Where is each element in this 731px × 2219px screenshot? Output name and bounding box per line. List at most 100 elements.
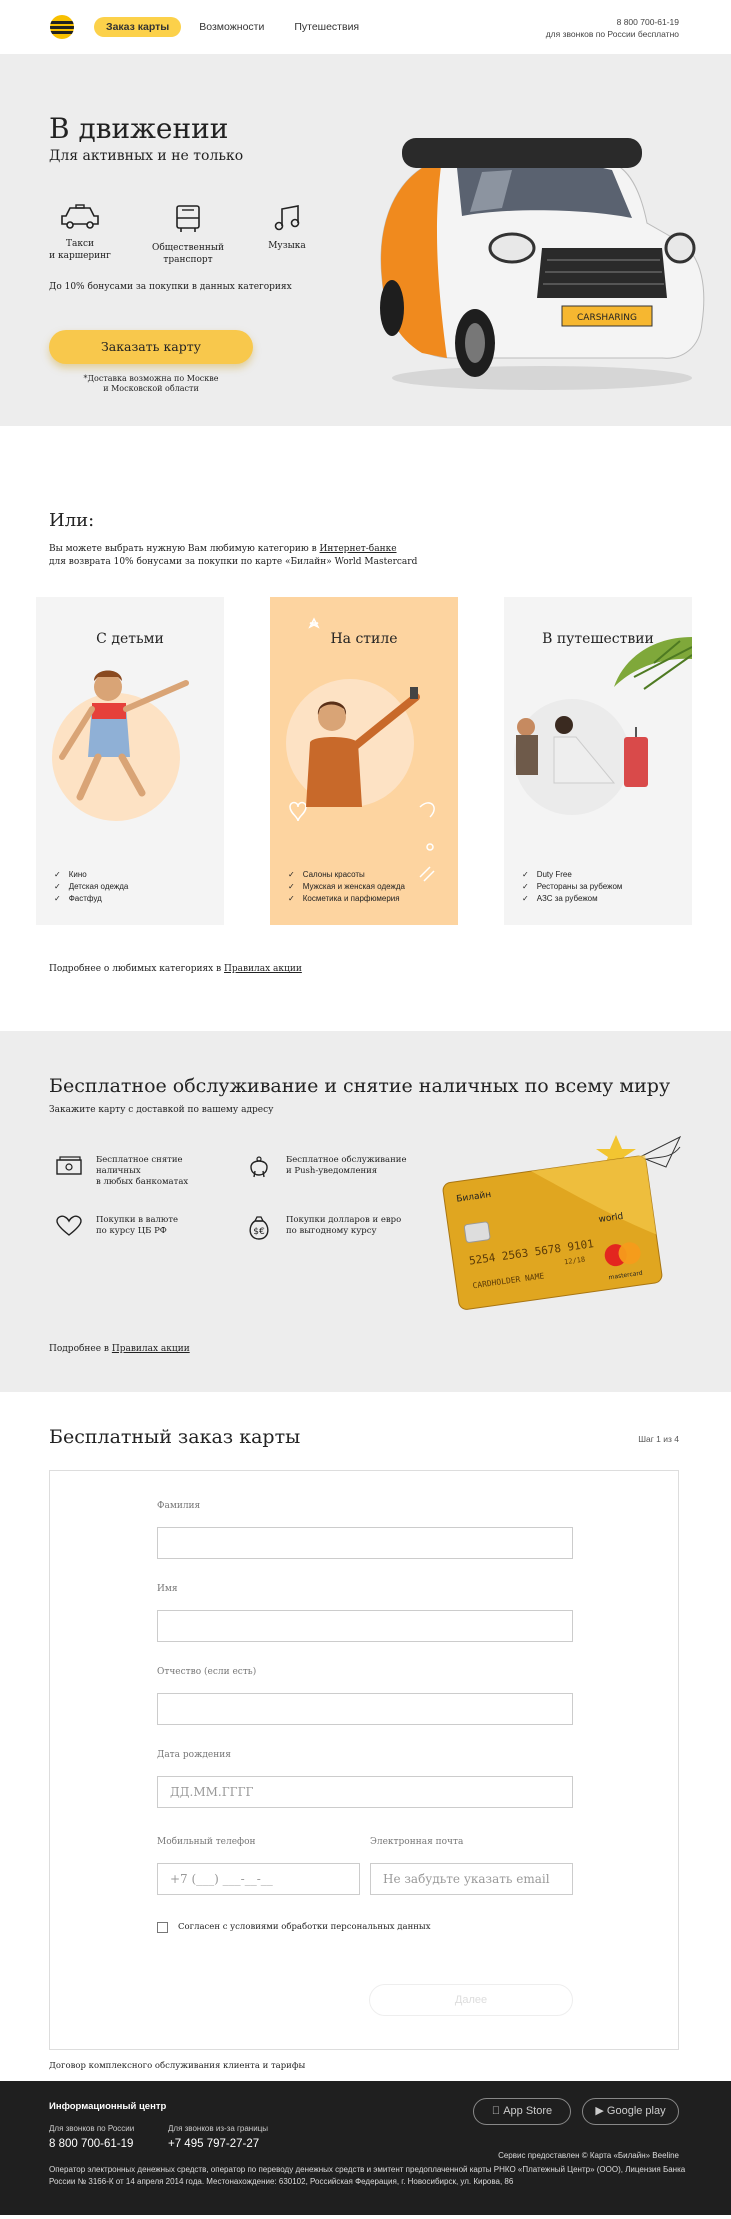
categories-section: Или: Вы можете выбрать нужную Вам любиму… (0, 426, 731, 1031)
last-name-label: Фамилия (157, 1501, 201, 1511)
categories-more-text: Подробнее о любимых категориях в (49, 964, 224, 974)
feature-music: Музыка (247, 204, 327, 252)
list-item: Мужская и женская одежда (288, 881, 405, 893)
cash-icon (56, 1156, 82, 1175)
footer-title: Информационный центр (49, 2101, 167, 2112)
feature-taxi: Такси и каршеринг (40, 204, 120, 262)
order-card-button[interactable]: Заказать карту (49, 330, 253, 364)
service-item-exchange: $€ Покупки долларов и евро по выгодному … (246, 1215, 416, 1241)
service-section: Бесплатное обслуживание и снятие наличны… (0, 1031, 731, 1392)
footer-abroad-phone[interactable]: +7 495 797-27-27 (168, 2138, 259, 2150)
service-rules-link[interactable]: Правилах акции (112, 1344, 190, 1354)
list-item: Косметика и парфюмерия (288, 893, 405, 905)
list-item: Duty Free (522, 869, 622, 881)
categories-text-2: для возврата 10% бонусами за покупки по … (49, 557, 418, 567)
site-header: Заказ карты Возможности Путешествия 8 80… (0, 0, 731, 54)
piggy-bank-icon (250, 1156, 268, 1178)
header-phone-note: для звонков по России бесплатно (545, 29, 679, 39)
feature-transport-label: Общественный транспорт (151, 243, 225, 265)
hero-subtitle: Для активных и не только (49, 148, 244, 164)
taxi-icon (61, 204, 99, 229)
service-item-currency: Покупки в валюте по курсу ЦБ РФ (56, 1215, 226, 1237)
category-card-kids[interactable]: С детьми Кино Детская одежда Фастфуд (36, 597, 224, 925)
category-travel-list: Duty Free Рестораны за рубежом АЗС за ру… (522, 869, 623, 905)
footer-legal: Оператор электронных денежных средств, о… (49, 2165, 686, 2186)
next-button[interactable]: Далее (369, 1984, 573, 2016)
phone-field[interactable]: +7 (___) ___-__-__ (157, 1863, 360, 1895)
play-icon: ▶ (595, 2105, 604, 2117)
list-item: Фастфуд (54, 893, 128, 905)
category-card-title: С детьми (96, 631, 164, 647)
consent-label: Согласен с условиями обработки персональ… (178, 1922, 431, 1932)
service-title: Бесплатное обслуживание и снятие наличны… (49, 1075, 671, 1097)
google-play-button[interactable]: ▶ Google play (582, 2098, 679, 2125)
email-label: Электронная почта (370, 1837, 464, 1847)
feature-music-label: Музыка (268, 241, 306, 251)
service-subtitle: Закажите карту с доставкой по вашему адр… (49, 1105, 274, 1115)
order-form-section: Бесплатный заказ карты Шаг 1 из 4 Фамили… (0, 1392, 731, 2081)
category-style-list: Салоны красоты Мужская и женская одежда … (288, 869, 405, 905)
service-more: Подробнее в Правилах акции (49, 1344, 190, 1354)
first-name-label: Имя (157, 1584, 178, 1594)
email-field[interactable]: Не забудьте указать email (370, 1863, 573, 1895)
category-kids-list: Кино Детская одежда Фастфуд (54, 869, 129, 905)
nav-travel[interactable]: Путешествия (282, 17, 371, 37)
site-footer: Информационный центр Для звонков по Росс… (0, 2081, 731, 2215)
main-nav: Заказ карты Возможности Путешествия (94, 17, 371, 37)
phone-label: Мобильный телефон (157, 1837, 256, 1847)
category-card-travel[interactable]: В путешествии Duty Free Рестораны за руб… (504, 597, 692, 925)
google-play-label: Google play (606, 2105, 666, 2117)
categories-text-1: Вы можете выбрать нужную Вам любимую кат… (49, 544, 320, 554)
beeline-logo[interactable] (50, 15, 74, 39)
form-box: Фамилия Имя Отчество (если есть) Дата ро… (49, 1470, 679, 2050)
nav-features[interactable]: Возможности (187, 17, 276, 37)
service-item-currency-label: Покупки в валюте по курсу ЦБ РФ (96, 1215, 179, 1236)
car-image: CARSHARING (380, 138, 705, 390)
rules-link[interactable]: Правилах акции (224, 964, 302, 974)
form-step: Шаг 1 из 4 (638, 1434, 679, 1444)
first-name-field[interactable] (157, 1610, 573, 1642)
car-plate-text: CARSHARING (577, 313, 637, 323)
footer-service-note: Сервис предоставлен © Карта «Билайн» Bee… (498, 2151, 679, 2160)
service-item-exchange-label: Покупки долларов и евро по выгодному кур… (286, 1215, 402, 1236)
form-title: Бесплатный заказ карты (49, 1426, 301, 1448)
list-item: Кино (54, 869, 128, 881)
internet-bank-link[interactable]: Интернет-банке (320, 544, 397, 554)
footer-abroad-label: Для звонков из-за границы (168, 2124, 269, 2133)
nav-order-card[interactable]: Заказ карты (94, 17, 182, 37)
middle-name-label: Отчество (если есть) (157, 1667, 257, 1677)
consent-checkbox[interactable] (157, 1922, 168, 1933)
money-bag-icon: $€ (249, 1216, 269, 1240)
apple-icon:  (492, 2105, 500, 2117)
footer-russia-phone[interactable]: 8 800 700-61-19 (49, 2138, 133, 2150)
app-store-label: App Store (497, 2105, 552, 2117)
footer-russia-label: Для звонков по России (49, 2124, 135, 2133)
service-item-push: Бесплатное обслуживание и Push-уведомлен… (246, 1155, 416, 1179)
service-more-text: Подробнее в (49, 1344, 112, 1354)
category-card-style[interactable]: На стиле Салоны красоты Мужская и женска… (270, 597, 458, 925)
feature-taxi-label: Такси и каршеринг (49, 239, 111, 261)
hero-title: В движении (49, 112, 229, 145)
last-name-field[interactable] (157, 1527, 573, 1559)
header-contact: 8 800 700-61-19 для звонков по России бе… (546, 16, 679, 40)
bus-icon (176, 205, 200, 232)
svg-text:$€: $€ (253, 1227, 265, 1237)
birth-date-field[interactable]: ДД.ММ.ГГГГ (157, 1776, 573, 1808)
service-item-push-label: Бесплатное обслуживание и Push-уведомлен… (286, 1155, 407, 1176)
list-item: Рестораны за рубежом (522, 881, 623, 893)
birth-date-label: Дата рождения (157, 1750, 231, 1760)
list-item: АЗС за рубежом (522, 893, 622, 905)
list-item: Салоны красоты (288, 869, 405, 881)
music-note-icon (274, 205, 300, 231)
bonus-note: До 10% бонусами за покупки в данных кате… (49, 282, 292, 292)
service-item-cash-label: Бесплатное снятие наличных в любых банко… (96, 1155, 189, 1187)
contract-link[interactable]: Договор комплексного обслуживания клиент… (49, 2061, 305, 2071)
header-phone[interactable]: 8 800 700-61-19 (546, 16, 679, 28)
delivery-note: *Доставка возможна по Москве и Московско… (83, 374, 219, 393)
app-store-button[interactable]:  App Store (473, 2098, 571, 2125)
middle-name-field[interactable] (157, 1693, 573, 1725)
heart-icon (56, 1215, 82, 1236)
categories-more: Подробнее о любимых категориях в Правила… (49, 964, 302, 974)
card-image: Билайн 5254 2563 5678 9101 12/18 CARDHOL… (442, 1135, 682, 1310)
feature-transport: Общественный транспорт (148, 204, 228, 266)
